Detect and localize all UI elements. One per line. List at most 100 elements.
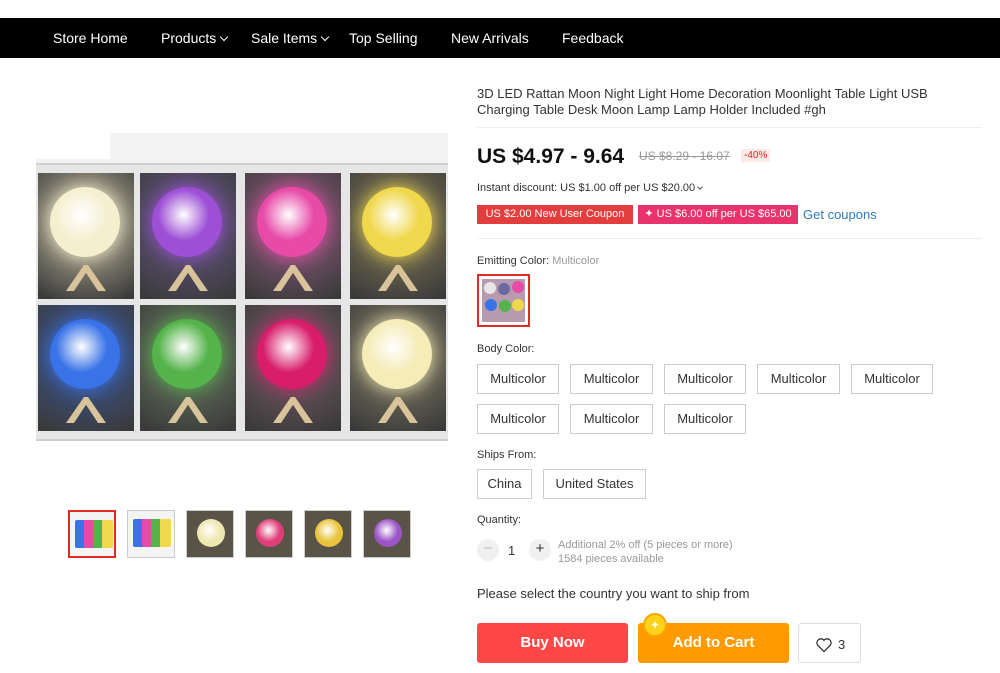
chevron-down-icon	[320, 32, 330, 42]
product-title: 3D LED Rattan Moon Night Light Home Deco…	[477, 86, 928, 117]
lamp-photo-tile	[245, 173, 341, 299]
original-price: US $8.29 - 16.07	[639, 149, 730, 163]
lamp-photo-tile	[350, 305, 446, 431]
coin-icon: ✦	[643, 613, 667, 637]
body-color-label: Body Color:	[477, 343, 535, 355]
lamp-stand	[66, 265, 106, 291]
moon-lamp-globe	[362, 319, 432, 389]
emitting-color-title: Emitting Color:	[477, 255, 550, 267]
swatch-dot	[498, 283, 510, 295]
swatch-image	[482, 279, 525, 322]
lamp-stand	[66, 397, 106, 423]
nav-top-selling[interactable]: Top Selling	[349, 18, 418, 58]
moon-lamp-icon	[315, 519, 343, 547]
emitting-color-swatch[interactable]	[477, 274, 530, 327]
emitting-color-label: Emitting Color: Multicolor	[477, 255, 599, 267]
moon-lamp-icon	[374, 519, 402, 547]
ships-from-china[interactable]: China	[477, 469, 532, 499]
ships-from-label: Ships From:	[477, 449, 537, 461]
moon-lamp-globe	[257, 187, 327, 257]
ship-country-message: Please select the country you want to sh…	[477, 586, 750, 601]
lamp-stand	[273, 397, 313, 423]
quantity-value[interactable]: 1	[508, 543, 515, 558]
multicolor-grid-icon	[75, 520, 113, 548]
nav-feedback-label: Feedback	[562, 30, 624, 46]
wishlist-count: 3	[838, 637, 846, 652]
body-color-option[interactable]: Multicolor	[570, 404, 653, 434]
body-color-option[interactable]: Multicolor	[477, 364, 559, 394]
product-photo-grid	[36, 163, 448, 441]
product-thumbnail[interactable]	[363, 510, 411, 558]
instant-discount-text: Instant discount: US $1.00 off per US $2…	[477, 182, 696, 194]
lamp-stand	[168, 397, 208, 423]
nav-sale-items-label: Sale Items	[251, 30, 318, 46]
new-user-coupon[interactable]: US $2.00 New User Coupon	[477, 205, 633, 224]
nav-new-arrivals[interactable]: New Arrivals	[451, 18, 529, 58]
chevron-down-icon	[220, 32, 229, 42]
lamp-photo-tile	[140, 173, 236, 299]
divider	[477, 238, 982, 239]
body-color-option[interactable]: Multicolor	[477, 404, 559, 434]
lamp-photo-tile	[38, 305, 134, 431]
swatch-dot	[499, 300, 511, 312]
pieces-available-text: 1584 pieces available	[558, 553, 664, 565]
product-thumbnail[interactable]	[68, 510, 116, 558]
lamp-stand	[168, 265, 208, 291]
body-color-option[interactable]: Multicolor	[757, 364, 840, 394]
store-nav-bar: Store Home Products Sale Items Top Selli…	[0, 18, 1000, 58]
chevron-down-icon	[697, 184, 703, 190]
divider	[477, 127, 982, 128]
store-coupon[interactable]: ✦ US $6.00 off per US $65.00	[638, 205, 798, 224]
moon-lamp-globe	[50, 319, 120, 389]
nav-store-home[interactable]: Store Home	[53, 18, 128, 58]
multicolor-row-icon	[133, 519, 171, 547]
moon-lamp-globe	[152, 187, 222, 257]
body-color-option[interactable]: Multicolor	[664, 364, 746, 394]
discount-badge: -40%	[741, 149, 771, 162]
body-color-option[interactable]: Multicolor	[851, 364, 933, 394]
lamp-stand	[378, 397, 418, 423]
lamp-photo-tile	[38, 173, 134, 299]
lamp-photo-tile	[140, 305, 236, 431]
ships-from-united-states[interactable]: United States	[543, 469, 646, 499]
nav-feedback[interactable]: Feedback	[562, 18, 623, 58]
quantity-label: Quantity:	[477, 514, 522, 526]
get-coupons-link[interactable]: Get coupons	[803, 207, 877, 222]
nav-store-home-label: Store Home	[53, 30, 128, 46]
swatch-dot	[485, 299, 497, 311]
product-thumbnail[interactable]	[127, 510, 175, 558]
main-product-image[interactable]	[36, 133, 448, 441]
swatch-dot	[512, 299, 524, 311]
body-color-option[interactable]: Multicolor	[664, 404, 746, 434]
swatch-dot	[484, 282, 496, 294]
quantity-increase-button[interactable]: +	[529, 539, 551, 561]
lamp-stand	[273, 265, 313, 291]
lamp-stand	[378, 265, 418, 291]
lamp-photo-tile	[350, 173, 446, 299]
nav-products[interactable]: Products	[161, 18, 229, 58]
wishlist-button[interactable]: 3	[798, 623, 861, 663]
swatch-dot	[512, 281, 524, 293]
product-thumbnail[interactable]	[245, 510, 293, 558]
moon-lamp-icon	[197, 519, 225, 547]
product-thumbnail[interactable]	[186, 510, 234, 558]
bulk-discount-text: Additional 2% off (5 pieces or more)	[558, 539, 733, 551]
moon-lamp-globe	[152, 319, 222, 389]
emitting-color-value: Multicolor	[552, 255, 600, 267]
product-price: US $4.97 - 9.64	[477, 145, 625, 168]
moon-lamp-globe	[362, 187, 432, 257]
body-color-option[interactable]: Multicolor	[570, 364, 653, 394]
instant-discount[interactable]: Instant discount: US $1.00 off per US $2…	[477, 182, 703, 194]
lamp-photo-tile	[245, 305, 341, 431]
nav-products-label: Products	[161, 30, 217, 46]
image-top-gap	[36, 133, 110, 159]
quantity-info: Additional 2% off (5 pieces or more) 158…	[558, 538, 733, 566]
quantity-decrease-button[interactable]: −	[477, 539, 499, 561]
heart-icon	[816, 638, 832, 653]
moon-lamp-globe	[257, 319, 327, 389]
moon-lamp-globe	[50, 187, 120, 257]
nav-top-selling-label: Top Selling	[349, 30, 418, 46]
buy-now-button[interactable]: Buy Now	[477, 623, 628, 663]
nav-sale-items[interactable]: Sale Items	[251, 18, 330, 58]
product-thumbnail[interactable]	[304, 510, 352, 558]
